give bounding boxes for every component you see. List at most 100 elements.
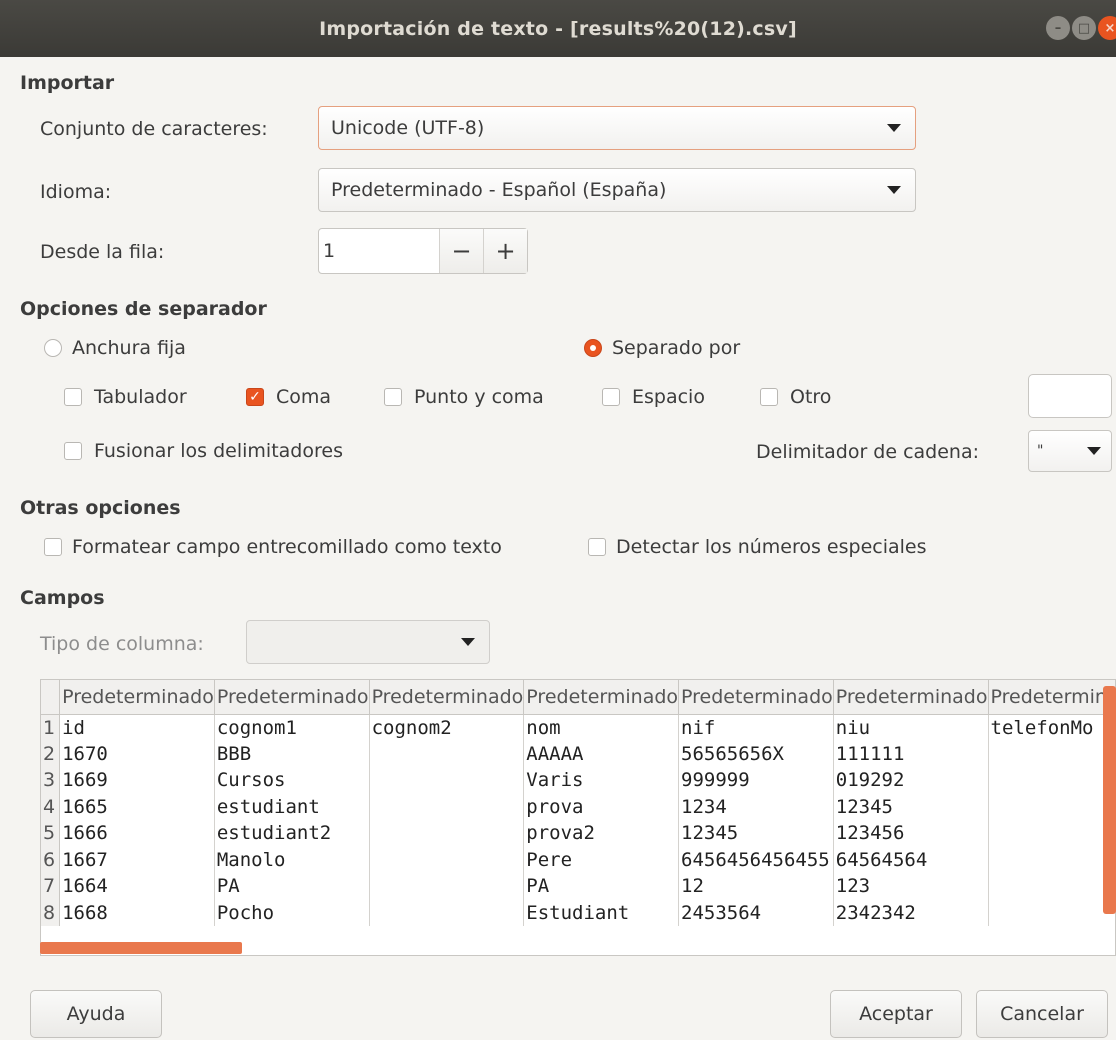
other-options-section-title: Otras opciones	[20, 497, 181, 519]
table-cell: estudiant	[214, 793, 370, 820]
table-cell	[988, 793, 1115, 820]
special-numbers-label: Detectar los números especiales	[616, 536, 927, 558]
string-delimiter-value[interactable]: "	[1037, 443, 1087, 459]
maximize-icon[interactable]: □	[1072, 16, 1096, 40]
table-cell	[988, 767, 1115, 794]
vertical-scrollbar[interactable]	[1103, 686, 1116, 914]
row-number: 6	[41, 846, 61, 873]
checkbox-icon	[602, 388, 620, 406]
checkbox-icon	[44, 538, 62, 556]
chevron-down-icon	[461, 638, 475, 646]
preview-grid[interactable]: Predeterminado Predeterminado Predetermi…	[40, 679, 1116, 956]
table-cell: 2342342	[833, 899, 989, 926]
title-bar[interactable]: Importación de texto - [results%20(12).c…	[0, 0, 1116, 57]
help-button[interactable]: Ayuda	[30, 990, 162, 1038]
import-section-title: Importar	[20, 72, 115, 94]
window-controls: – □ ×	[1046, 16, 1116, 40]
table-row[interactable]: 6 1667 Manolo Pere 6456456456455 6456456…	[41, 846, 1115, 873]
space-label: Espacio	[632, 386, 705, 408]
language-label: Idioma:	[40, 181, 112, 203]
minimize-icon[interactable]: –	[1046, 16, 1070, 40]
checkbox-icon	[64, 442, 82, 460]
quoted-as-text-checkbox[interactable]: Formatear campo entrecomillado como text…	[44, 536, 502, 558]
column-header[interactable]: Predeterminado	[59, 680, 215, 715]
table-cell: 56565656X	[678, 740, 834, 767]
table-cell	[369, 846, 525, 873]
fields-section-title: Campos	[20, 587, 105, 609]
semicolon-label: Punto y coma	[414, 386, 544, 408]
comma-checkbox[interactable]: ✓ Coma	[246, 386, 331, 408]
semicolon-checkbox[interactable]: Punto y coma	[384, 386, 544, 408]
table-cell: cognom2	[369, 714, 525, 741]
separated-by-label: Separado por	[612, 337, 741, 359]
fixed-width-radio[interactable]: Anchura fija	[44, 337, 186, 359]
row-number: 3	[41, 767, 61, 794]
separated-by-radio[interactable]: Separado por	[584, 337, 740, 359]
special-numbers-checkbox[interactable]: Detectar los números especiales	[588, 536, 927, 558]
row-number: 5	[41, 820, 61, 847]
space-checkbox[interactable]: Espacio	[602, 386, 705, 408]
table-cell	[369, 767, 525, 794]
horizontal-scrollbar[interactable]	[40, 942, 242, 954]
from-row-stepper[interactable]: 1 − +	[318, 228, 528, 274]
tab-checkbox[interactable]: Tabulador	[64, 386, 187, 408]
column-header[interactable]: Predeterminado	[833, 680, 989, 715]
table-row[interactable]: 2 1670 BBB AAAAA 56565656X 111111	[41, 740, 1115, 767]
column-header[interactable]: Predeterminado	[214, 680, 370, 715]
row-number: 2	[41, 740, 61, 767]
column-type-combo[interactable]	[246, 620, 490, 664]
decrement-button[interactable]: −	[439, 229, 483, 273]
table-cell: 12345	[678, 820, 834, 847]
table-cell: 1669	[59, 767, 215, 794]
checkbox-icon	[760, 388, 778, 406]
header-row: Predeterminado Predeterminado Predetermi…	[41, 680, 1115, 715]
cancel-button[interactable]: Cancelar	[976, 990, 1108, 1038]
window-title: Importación de texto - [results%20(12).c…	[319, 17, 797, 40]
table-cell: 12345	[833, 793, 989, 820]
table-cell: 019292	[833, 767, 989, 794]
table-row[interactable]: 5 1666 estudiant2 prova2 12345 123456	[41, 820, 1115, 847]
table-cell: nom	[523, 714, 680, 741]
table-cell: Manolo	[214, 846, 370, 873]
column-header[interactable]: Predeterminado	[678, 680, 834, 715]
table-row[interactable]: 3 1669 Cursos Varis 999999 019292	[41, 767, 1115, 794]
language-combo[interactable]: Predeterminado - Español (España)	[318, 168, 916, 212]
chevron-down-icon[interactable]	[1087, 447, 1101, 455]
close-icon[interactable]: ×	[1098, 16, 1116, 40]
table-cell: 12	[678, 873, 834, 900]
row-number: 8	[41, 899, 61, 926]
table-row[interactable]: 7 1664 PA PA 12 123	[41, 873, 1115, 900]
column-header[interactable]: Predeterminado	[369, 680, 525, 715]
column-header[interactable]: Predeterminado	[523, 680, 680, 715]
other-checkbox[interactable]: Otro	[760, 386, 831, 408]
tab-label: Tabulador	[94, 386, 187, 408]
table-cell	[988, 740, 1115, 767]
table-cell: prova2	[523, 820, 680, 847]
from-row-value[interactable]: 1	[319, 229, 439, 273]
table-cell: BBB	[214, 740, 370, 767]
charset-combo[interactable]: Unicode (UTF-8)	[318, 106, 916, 150]
table-row[interactable]: 4 1665 estudiant prova 1234 12345	[41, 793, 1115, 820]
table-cell: 1665	[59, 793, 215, 820]
column-header[interactable]: Predeterminado	[988, 680, 1115, 715]
quoted-as-text-label: Formatear campo entrecomillado como text…	[72, 536, 502, 558]
table-cell: 6456456456455	[678, 846, 834, 873]
table-row[interactable]: 1 id cognom1 cognom2 nom nif niu telefon…	[41, 714, 1115, 741]
table-cell: Pocho	[214, 899, 370, 926]
merge-delimiters-checkbox[interactable]: Fusionar los delimitadores	[64, 440, 343, 462]
table-row[interactable]: 8 1668 Pocho Estudiant 2453564 2342342	[41, 899, 1115, 926]
checkbox-icon	[64, 388, 82, 406]
string-delimiter-combo[interactable]: "	[1028, 430, 1112, 472]
table-cell: 1666	[59, 820, 215, 847]
checkmark-icon: ✓	[246, 388, 264, 406]
table-cell	[369, 820, 525, 847]
table-cell	[988, 846, 1115, 873]
row-number: 1	[41, 714, 61, 741]
other-separator-input[interactable]	[1028, 374, 1112, 418]
merge-delimiters-label: Fusionar los delimitadores	[94, 440, 343, 462]
increment-button[interactable]: +	[483, 229, 527, 273]
table-cell: nif	[678, 714, 834, 741]
comma-label: Coma	[276, 386, 332, 408]
ok-button[interactable]: Aceptar	[830, 990, 962, 1038]
row-number-header	[41, 680, 61, 715]
